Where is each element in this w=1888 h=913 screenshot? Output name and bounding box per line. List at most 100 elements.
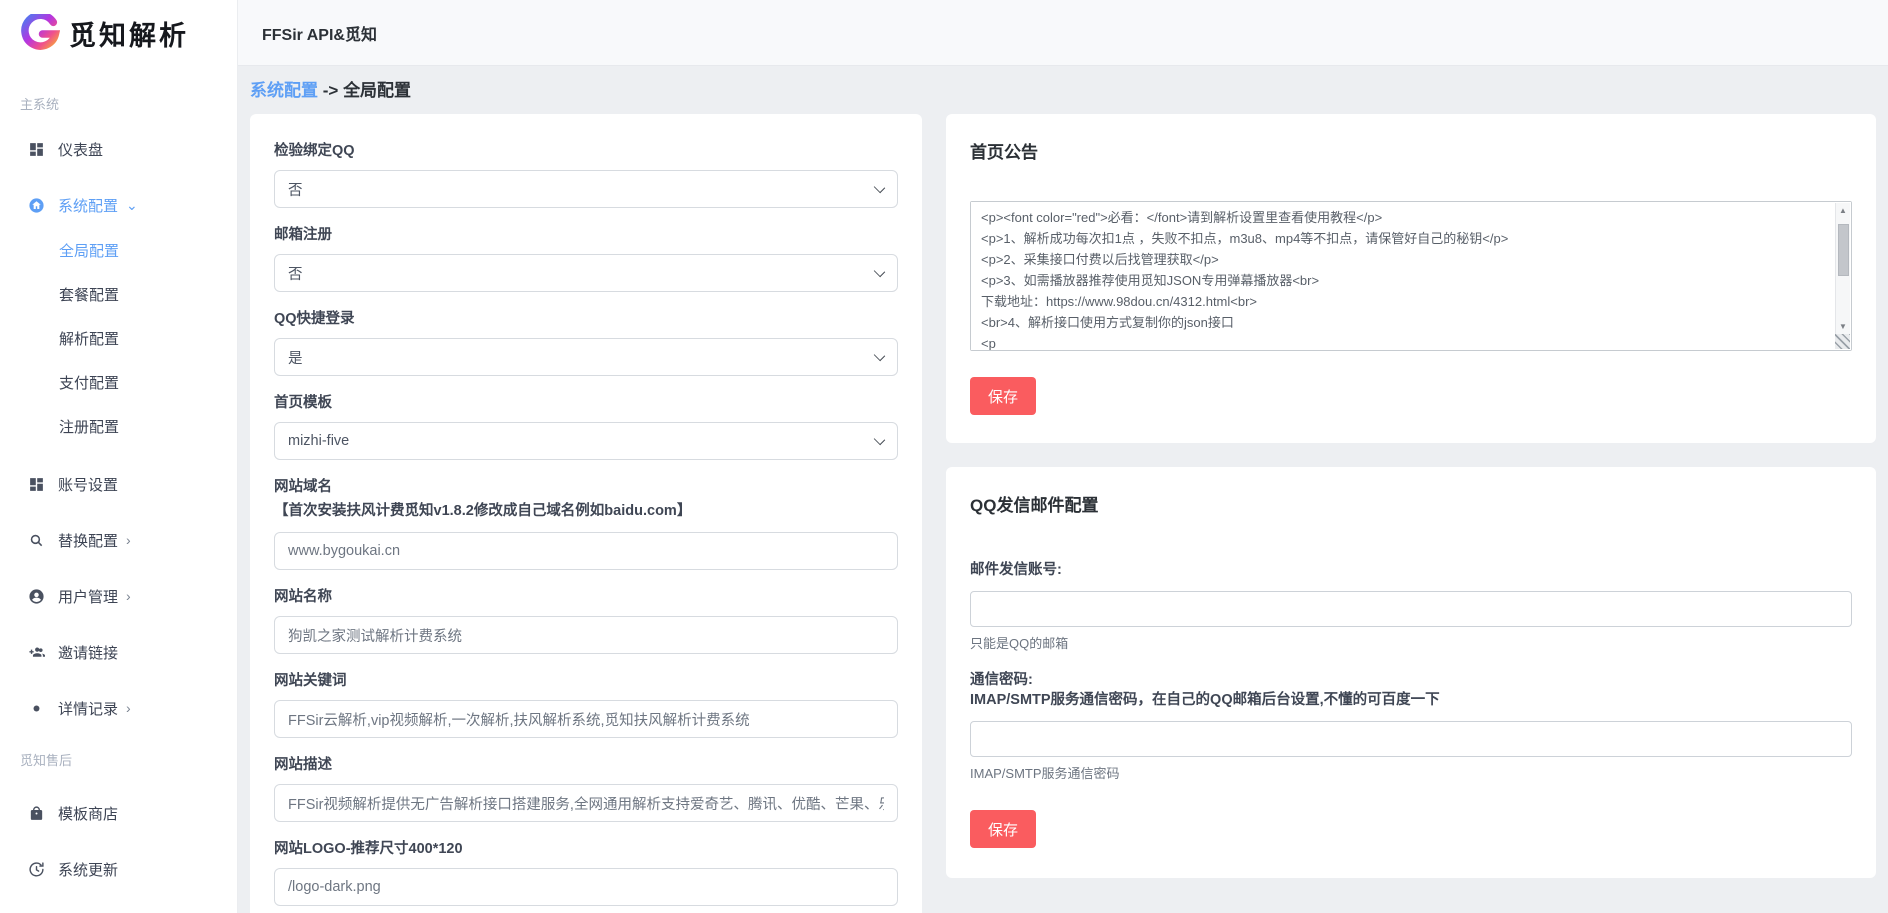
- main-area: FFSir API&觅知 系统配置 -> 全局配置 检验绑定QQ 否: [238, 0, 1888, 913]
- grid-icon: [28, 476, 45, 493]
- email-config-title: QQ发信邮件配置: [970, 491, 1852, 516]
- sidebar-item-label: 模板商店: [58, 803, 118, 824]
- sidebar-item-system-config[interactable]: 系统配置 ⌄: [0, 191, 237, 219]
- sidebar-subitem-package-config[interactable]: 套餐配置: [0, 282, 237, 306]
- brand-name: 觅知解析: [69, 14, 189, 53]
- field-home-template: 首页模板 mizhi-five: [274, 394, 898, 460]
- announcement-save-button[interactable]: 保存: [970, 377, 1036, 415]
- field-label: 检验绑定QQ: [274, 142, 898, 160]
- field-label: 首页模板: [274, 394, 898, 412]
- field-label: 邮箱注册: [274, 226, 898, 244]
- sidebar-item-detail-records[interactable]: 详情记录 ›: [0, 694, 237, 722]
- sidebar-item-replace-config[interactable]: 替换配置 ›: [0, 526, 237, 554]
- find-replace-icon: [28, 532, 45, 549]
- home-template-select[interactable]: mizhi-five: [274, 422, 898, 460]
- global-config-card: 检验绑定QQ 否 邮箱注册 否 QQ快捷: [250, 114, 922, 913]
- user-circle-icon: [28, 588, 45, 605]
- field-label: 网站域名: [274, 478, 898, 496]
- textarea-scrollbar[interactable]: ▲ ▼: [1835, 203, 1850, 334]
- site-keywords-input[interactable]: [274, 700, 898, 738]
- sidebar-subitem-parse-config[interactable]: 解析配置: [0, 326, 237, 350]
- select-value: 是: [288, 347, 303, 368]
- sidebar-item-system-update[interactable]: 系统更新: [0, 855, 237, 883]
- chevron-down-icon: [874, 182, 885, 193]
- field-site-domain: 网站域名 【首次安装扶风计费觅知v1.8.2修改成自己域名例如baidu.com…: [274, 478, 898, 570]
- announcement-title: 首页公告: [970, 138, 1852, 163]
- field-email-account: 邮件发信账号: 只能是QQ的邮箱: [970, 560, 1852, 652]
- email-config-save-button[interactable]: 保存: [970, 810, 1036, 848]
- email-account-input[interactable]: [970, 591, 1852, 627]
- site-description-input[interactable]: [274, 784, 898, 822]
- qq-bind-check-select[interactable]: 否: [274, 170, 898, 208]
- email-password-input[interactable]: [970, 721, 1852, 757]
- chevron-down-icon: ⌄: [126, 198, 138, 212]
- field-label: 网站LOGO-推荐尺寸400*120: [274, 840, 898, 858]
- scroll-down-icon[interactable]: ▼: [1836, 319, 1850, 334]
- site-logo-input[interactable]: [274, 868, 898, 906]
- field-email-password: 通信密码: IMAP/SMTP服务通信密码，在自己的QQ邮箱后台设置,不懂的可百…: [970, 670, 1852, 782]
- qq-quick-login-select[interactable]: 是: [274, 338, 898, 376]
- right-column: 首页公告 <p><font color="red">必看：</font>请到解析…: [946, 114, 1876, 878]
- sidebar-subitem-register-config[interactable]: 注册配置: [0, 414, 237, 438]
- sidebar-item-account-settings[interactable]: 账号设置: [0, 470, 237, 498]
- field-label: 网站名称: [274, 588, 898, 606]
- chevron-right-icon: ›: [126, 701, 131, 715]
- sidebar-item-label: 系统配置: [58, 195, 118, 216]
- email-password-hint: IMAP/SMTP服务通信密码: [970, 763, 1852, 782]
- dot-icon: [28, 700, 45, 717]
- email-password-label: 通信密码:: [970, 670, 1852, 690]
- sidebar-item-label: 系统更新: [58, 859, 118, 880]
- sidebar-menu: 仪表盘 系统配置 ⌄ 全局配置 套餐配置 解析配置 支付配置 注册配置: [0, 135, 237, 722]
- sidebar-item-label: 用户管理: [58, 586, 118, 607]
- email-password-sublabel: IMAP/SMTP服务通信密码，在自己的QQ邮箱后台设置,不懂的可百度一下: [970, 690, 1852, 710]
- field-site-name: 网站名称: [274, 588, 898, 654]
- email-account-label: 邮件发信账号:: [970, 560, 1852, 580]
- update-clock-icon: [28, 861, 45, 878]
- site-domain-input[interactable]: [274, 532, 898, 570]
- resize-grip-icon[interactable]: [1835, 334, 1850, 349]
- system-config-submenu: 全局配置 套餐配置 解析配置 支付配置 注册配置: [0, 238, 237, 438]
- sidebar: 觅知解析 主系统 仪表盘 系统配置 ⌄ 全局配置 套餐配置 解析配置: [0, 0, 238, 913]
- sidebar-item-label: 详情记录: [58, 698, 118, 719]
- breadcrumb-parent[interactable]: 系统配置: [250, 81, 318, 100]
- sidebar-item-invite-link[interactable]: 邀请链接: [0, 638, 237, 666]
- topbar: FFSir API&觅知: [238, 0, 1888, 66]
- scrollbar-thumb[interactable]: [1838, 224, 1849, 276]
- chevron-down-icon: [874, 434, 885, 445]
- chevron-right-icon: ›: [126, 533, 131, 547]
- shopping-bag-icon: [28, 805, 45, 822]
- app-window: 觅知解析 主系统 仪表盘 系统配置 ⌄ 全局配置 套餐配置 解析配置: [0, 0, 1888, 913]
- sidebar-subitem-global-config[interactable]: 全局配置: [0, 238, 237, 262]
- breadcrumb: 系统配置 -> 全局配置: [250, 76, 1876, 101]
- announcement-textarea[interactable]: <p><font color="red">必看：</font>请到解析设置里查看…: [971, 202, 1851, 350]
- breadcrumb-current: 全局配置: [343, 81, 411, 100]
- scroll-up-icon[interactable]: ▲: [1836, 203, 1850, 218]
- email-register-select[interactable]: 否: [274, 254, 898, 292]
- announcement-editor: <p><font color="red">必看：</font>请到解析设置里查看…: [970, 201, 1852, 351]
- sidebar-item-user-management[interactable]: 用户管理 ›: [0, 582, 237, 610]
- field-label: 网站描述: [274, 756, 898, 774]
- field-site-description: 网站描述: [274, 756, 898, 822]
- field-label: 网站关键词: [274, 672, 898, 690]
- field-email-register: 邮箱注册 否: [274, 226, 898, 292]
- email-config-card: QQ发信邮件配置 邮件发信账号: 只能是QQ的邮箱 通信密码: IMAP/SMT…: [946, 467, 1876, 878]
- field-site-keywords: 网站关键词: [274, 672, 898, 738]
- sidebar-subitem-pay-config[interactable]: 支付配置: [0, 370, 237, 394]
- chevron-down-icon: [874, 266, 885, 277]
- field-qq-bind-check: 检验绑定QQ 否: [274, 142, 898, 208]
- select-value: 否: [288, 263, 303, 284]
- announcement-card: 首页公告 <p><font color="red">必看：</font>请到解析…: [946, 114, 1876, 443]
- brand-logo[interactable]: 觅知解析: [0, 0, 237, 54]
- select-value: mizhi-five: [288, 433, 349, 449]
- sidebar-item-template-store[interactable]: 模板商店: [0, 799, 237, 827]
- field-sublabel: 【首次安装扶风计费觅知v1.8.2修改成自己域名例如baidu.com】: [274, 500, 898, 522]
- sidebar-item-dashboard[interactable]: 仪表盘: [0, 135, 237, 163]
- dashboard-icon: [28, 141, 45, 158]
- site-name-input[interactable]: [274, 616, 898, 654]
- sidebar-menu-aftersale: 模板商店 系统更新: [0, 799, 237, 883]
- sidebar-item-label: 替换配置: [58, 530, 118, 551]
- sidebar-section-aftersale: 觅知售后: [0, 750, 237, 765]
- sidebar-item-label: 仪表盘: [58, 139, 103, 160]
- brand-logo-icon: [20, 14, 60, 54]
- sidebar-section-main: 主系统: [0, 94, 237, 109]
